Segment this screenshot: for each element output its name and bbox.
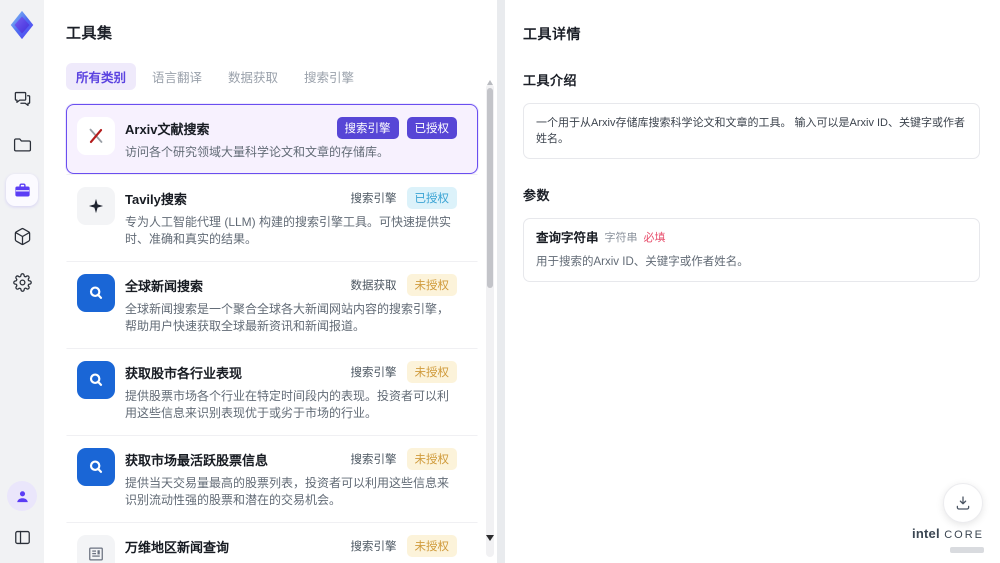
param-name: 查询字符串 [536, 231, 599, 245]
download-button[interactable] [943, 483, 983, 523]
tool-title: Tavily搜索 [125, 191, 187, 207]
auth-badge: 未授权 [406, 361, 457, 383]
four-point-star-icon [77, 187, 115, 225]
param-required-flag: 必填 [643, 232, 666, 244]
params-heading: 参数 [523, 188, 551, 203]
category-label: 搜索引擎 [350, 541, 397, 553]
auth-badge: 已授权 [406, 117, 457, 139]
details-title: 工具详情 [523, 26, 581, 42]
tool-card-regional-news[interactable]: 万维地区新闻查询 搜索引擎 未授权 查询具体行政区划内的新闻，快速了解各地新闻动 [66, 522, 478, 563]
tool-card-tavily[interactable]: Tavily搜索 搜索引擎 已授权 专为人工智能代理 (LLM) 构建的搜索引擎… [66, 174, 478, 261]
tool-description: 专为人工智能代理 (LLM) 构建的搜索引擎工具。可快速提供实时、准确和真实的结… [125, 215, 452, 246]
cube-icon[interactable] [6, 220, 38, 252]
tools-list-panel: 工具集 所有类别 语言翻译 数据获取 搜索引擎 Arxiv文献搜索 搜索引擎 已… [44, 0, 497, 563]
tool-description: 访问各个研究领域大量科学论文和文章的存储库。 [125, 145, 390, 159]
tab-language-translation[interactable]: 语言翻译 [142, 63, 212, 90]
magnifier-icon [77, 274, 115, 312]
tool-card-sector-performance[interactable]: 获取股市各行业表现 搜索引擎 未授权 提供股票市场各个行业在特定时间段内的表现。… [66, 348, 478, 435]
panel-toggle-icon[interactable] [6, 521, 38, 553]
tool-card-global-news[interactable]: 全球新闻搜索 数据获取 未授权 全球新闻搜索是一个聚合全球各大新闻网站内容的搜索… [66, 261, 478, 348]
newspaper-icon [77, 535, 115, 563]
tool-card-most-active-stocks[interactable]: 获取市场最活跃股票信息 搜索引擎 未授权 提供当天交易量最高的股票列表，投资者可… [66, 435, 478, 522]
magnifier-icon [77, 448, 115, 486]
sidebar-rail [0, 0, 44, 563]
tab-search-engine[interactable]: 搜索引擎 [294, 63, 364, 90]
tab-data-fetch[interactable]: 数据获取 [218, 63, 288, 90]
intro-heading: 工具介绍 [523, 73, 578, 88]
tool-details-panel: 工具详情 工具介绍 一个用于从Arxiv存储库搜索科学论文和文章的工具。 输入可… [505, 0, 1000, 563]
core-brand-text: core [944, 529, 984, 541]
scroll-up-arrow-icon[interactable] [487, 80, 493, 85]
app-logo-icon[interactable] [5, 8, 39, 42]
chat-icon[interactable] [6, 82, 38, 114]
rail-nav [6, 82, 38, 298]
tool-title: 获取股市各行业表现 [125, 365, 243, 381]
scroll-down-arrow-icon[interactable] [486, 535, 494, 541]
tool-card-arxiv[interactable]: Arxiv文献搜索 搜索引擎 已授权 访问各个研究领域大量科学论文和文章的存储库… [66, 104, 478, 174]
tool-description: 全球新闻搜索是一个聚合全球各大新闻网站内容的搜索引擎，帮助用户快速获取全球最新资… [125, 302, 450, 333]
intro-text-box: 一个用于从Arxiv存储库搜索科学论文和文章的工具。 输入可以是Arxiv ID… [523, 103, 980, 159]
category-label: 数据获取 [350, 280, 397, 292]
auth-badge: 未授权 [406, 448, 457, 470]
category-label: 搜索引擎 [350, 454, 397, 466]
folder-icon[interactable] [6, 128, 38, 160]
settings-gear-icon[interactable] [6, 266, 38, 298]
tool-title: 获取市场最活跃股票信息 [125, 452, 269, 468]
intel-brand-text: intel [912, 526, 940, 541]
tool-description: 提供当天交易量最高的股票列表，投资者可以利用这些信息来识别流动性强的股票和潜在的… [125, 476, 450, 507]
toolbox-icon-active[interactable] [6, 174, 38, 206]
category-tabs: 所有类别 语言翻译 数据获取 搜索引擎 [66, 63, 497, 90]
scrollbar-thumb[interactable] [487, 88, 493, 288]
tool-list: Arxiv文献搜索 搜索引擎 已授权 访问各个研究领域大量科学论文和文章的存储库… [66, 104, 478, 563]
tab-all-categories[interactable]: 所有类别 [66, 63, 137, 90]
tool-title: Arxiv文献搜索 [125, 121, 210, 137]
tool-title: 全球新闻搜索 [125, 278, 204, 294]
auth-badge: 未授权 [406, 535, 457, 557]
page-title: 工具集 [66, 25, 113, 42]
app-root: 工具集 所有类别 语言翻译 数据获取 搜索引擎 Arxiv文献搜索 搜索引擎 已… [0, 0, 1000, 563]
category-label: 搜索引擎 [350, 367, 397, 379]
param-type: 字符串 [604, 232, 638, 244]
auth-badge: 未授权 [406, 274, 457, 296]
rail-bottom [6, 481, 38, 553]
magnifier-icon [77, 361, 115, 399]
list-scrollbar[interactable] [486, 80, 494, 557]
tool-title: 万维地区新闻查询 [125, 539, 230, 555]
arxiv-logo-icon [77, 117, 115, 155]
param-box: 查询字符串 字符串 必填 用于搜索的Arxiv ID、关键字或作者姓名。 [523, 218, 980, 282]
param-description: 用于搜索的Arxiv ID、关键字或作者姓名。 [536, 256, 749, 268]
auth-badge: 已授权 [406, 187, 457, 209]
user-avatar-icon[interactable] [7, 481, 37, 511]
intel-core-logo: intel core [912, 527, 984, 555]
tool-description: 提供股票市场各个行业在特定时间段内的表现。投资者可以利用这些信息来识别表现优于或… [125, 389, 450, 420]
category-badge: 搜索引擎 [336, 117, 399, 139]
category-label: 搜索引擎 [350, 193, 397, 205]
intel-sub-badge [950, 547, 984, 553]
